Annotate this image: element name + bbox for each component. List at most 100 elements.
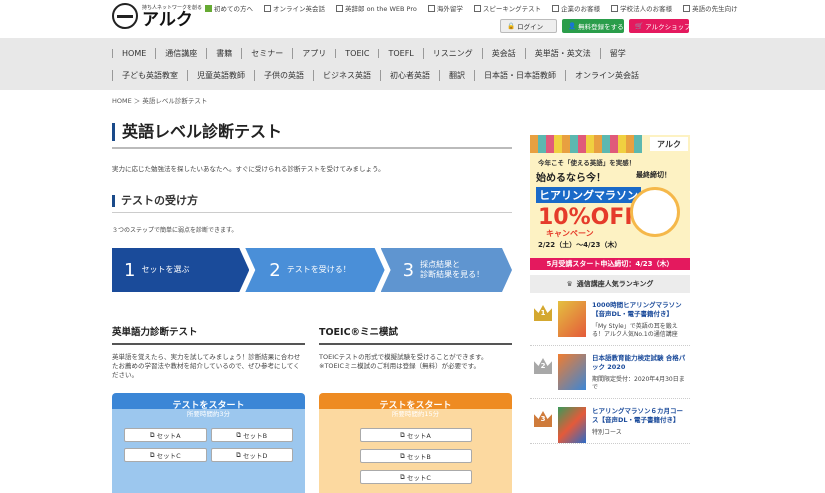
set-label: セットA xyxy=(406,432,431,440)
nav-row-2: 子ども英語教室 児童英語教師 子供の英語 ビジネス英語 初心者英語 翻訳 日本語… xyxy=(112,64,825,86)
set-d-button[interactable]: ⧉ セットD xyxy=(210,448,293,462)
set-b-button[interactable]: ⧉ セットB xyxy=(210,428,293,442)
window-icon: ⧉ xyxy=(149,430,155,439)
product-thumbnail xyxy=(558,301,586,337)
lock-icon: 🔒 xyxy=(507,22,516,30)
nav-item[interactable]: アプリ xyxy=(292,47,335,59)
nav-item[interactable]: 子ども英語教室 xyxy=(112,69,187,81)
ranking-item-title[interactable]: 1000時間ヒアリングマラソン【音声DL・電子書籍付き】 xyxy=(592,301,688,319)
nav-item[interactable]: 翻訳 xyxy=(439,69,474,81)
step-3: 3 採点結果と 診断結果を見る！ xyxy=(381,248,512,292)
top-link-first-visit[interactable]: 初めての方へ xyxy=(205,3,253,13)
step-number: 1 xyxy=(124,259,136,281)
shop-button[interactable]: 🛒 アルクショップ xyxy=(629,19,691,33)
product-thumbnail xyxy=(558,354,586,390)
nav-item[interactable]: 留学 xyxy=(599,47,635,59)
banner-headline: 始めるなら今！ xyxy=(536,173,606,184)
step-text: セットを選ぶ xyxy=(141,265,190,274)
section-divider xyxy=(112,212,512,213)
register-button[interactable]: 👤 無料登録をする xyxy=(562,19,624,33)
logo[interactable]: 持ち人ネットワークを創る アルク xyxy=(112,3,202,29)
product-thumbnail xyxy=(558,407,586,443)
window-icon: ⧉ xyxy=(400,472,405,481)
nav-item[interactable]: ビジネス英語 xyxy=(313,69,380,81)
window-icon: ⧉ xyxy=(149,450,155,459)
step-text: 採点結果と 診断結果を見る！ xyxy=(420,260,485,279)
vocab-test-title: 英単語力診断テスト xyxy=(112,324,305,345)
ranking-item-title[interactable]: ヒアリングマラソン６カ月コース【音声DL・電子書籍付き】 xyxy=(592,407,688,425)
top-link-corporate[interactable]: 企業のお客様 xyxy=(552,3,600,13)
nav-item[interactable]: セミナー xyxy=(241,47,292,59)
nav-item[interactable]: リスニング xyxy=(422,47,482,59)
top-link-study-abroad[interactable]: 海外留学 xyxy=(428,3,463,13)
top-link-eijiro[interactable]: 英辞郎 on the WEB Pro xyxy=(336,3,417,13)
window-icon: ⧉ xyxy=(400,451,405,460)
banner-campaign: キャンペーン xyxy=(546,229,594,238)
start-heading: テストをスタート xyxy=(172,401,245,411)
vocab-test-column: 英単語力診断テスト 英単語を覚えたら、実力を試してみましょう！診断結果に合わせた… xyxy=(112,324,305,493)
banner-course: ヒアリングマラソン xyxy=(536,187,641,203)
window-icon: ⧉ xyxy=(236,450,241,459)
ranking-item[interactable]: 1 1000時間ヒアリングマラソン【音声DL・電子書籍付き】 「My Style」… xyxy=(530,293,690,346)
nav-item[interactable]: 書籍 xyxy=(206,47,241,59)
banner-date: 2/22（土）～4/23（木） xyxy=(538,241,622,249)
toeic-mini-title: TOEIC®ミニ模試 xyxy=(319,324,512,345)
cart-icon: 🛒 xyxy=(635,22,644,30)
user-icon: 👤 xyxy=(568,22,577,30)
nav-item[interactable]: TOEFL xyxy=(378,48,422,58)
set-c-button[interactable]: ⧉ セットC xyxy=(359,470,472,484)
set-c-button[interactable]: ⧉ セットC xyxy=(124,448,207,462)
set-b-button[interactable]: ⧉ セットB xyxy=(359,449,472,463)
ranking-item[interactable]: 3 ヒアリングマラソン６カ月コース【音声DL・電子書籍付き】特別コース xyxy=(530,399,690,444)
set-label: セットA xyxy=(156,432,181,440)
step-number: 2 xyxy=(269,259,281,281)
rank-badge: 3 xyxy=(534,411,552,427)
register-label: 無料登録をする xyxy=(578,23,624,31)
step-text: テストを受ける！ xyxy=(286,265,351,274)
breadcrumb[interactable]: HOME ＞ 英語レベル診断テスト xyxy=(112,95,207,105)
ranking-item-title[interactable]: 日本語教育能力検定試験 合格パック 2020 xyxy=(592,354,688,372)
banner-logo: アルク xyxy=(650,137,688,151)
ranking-item-desc: 「My Style」で英語の耳を鍛える！アルク人気No.1の通信講座 xyxy=(592,323,678,338)
top-link-online-eikaiwa[interactable]: オンライン英会話 xyxy=(264,3,325,13)
section-title: テストの受け方 xyxy=(112,195,512,207)
page-title: 英語レベル診断テスト xyxy=(112,123,512,141)
window-icon: ⧉ xyxy=(236,430,242,439)
nav-item[interactable]: 初心者英語 xyxy=(380,69,439,81)
nav-item[interactable]: 英会話 xyxy=(481,47,525,59)
nav-item[interactable]: HOME xyxy=(112,48,155,58)
title-divider xyxy=(112,147,512,149)
toeic-mini-box: テストをスタート 所要時間約15分 ⧉ セットA ⧉ セットB ⧉ セットC xyxy=(319,393,512,493)
nav-row-1: HOME 通信講座 書籍 セミナー アプリ TOEIC TOEFL リスニング … xyxy=(112,42,825,64)
set-a-button[interactable]: ⧉ セットA xyxy=(359,428,472,442)
step-1: 1 セットを選ぶ xyxy=(112,248,249,292)
nav-item[interactable]: オンライン英会話 xyxy=(565,69,648,81)
banner-discount: 10%OFF xyxy=(538,205,640,230)
nav-item[interactable]: 日本語・日本語教師 xyxy=(474,69,565,81)
nav-item[interactable]: 通信講座 xyxy=(155,47,206,59)
top-link-schools[interactable]: 学校法人のお客様 xyxy=(611,3,672,13)
campaign-banner[interactable]: アルク 今年こそ「使える英語」を実感！ 始めるなら今！ 最終締切！ ヒアリングマ… xyxy=(530,135,690,270)
nav-item[interactable]: 児童英語教師 xyxy=(187,69,254,81)
step-number: 3 xyxy=(402,259,415,281)
top-links: 初めての方へ オンライン英会話 英辞郎 on the WEB Pro 海外留学 … xyxy=(205,3,749,13)
banner-stripe xyxy=(530,135,642,153)
set-label: セットB xyxy=(406,453,431,461)
set-a-button[interactable]: ⧉ セットA xyxy=(124,428,207,442)
vocab-test-desc: 英単語を覚えたら、実力を試してみましょう！診断結果に合わせたお薦めの学習法や教材… xyxy=(112,353,301,379)
global-nav: HOME 通信講座 書籍 セミナー アプリ TOEIC TOEFL リスニング … xyxy=(0,38,825,90)
login-button[interactable]: 🔒 ログイン xyxy=(500,19,557,33)
time-required: 所要時間約15分 xyxy=(391,410,440,418)
sidebar: アルク 今年こそ「使える英語」を実感！ 始めるなら今！ 最終締切！ ヒアリングマ… xyxy=(530,135,690,444)
nav-item[interactable]: 英単語・英文法 xyxy=(524,47,600,59)
header: 持ち人ネットワークを創る アルク 初めての方へ オンライン英会話 英辞郎 on … xyxy=(0,0,825,38)
top-link-speaking-test[interactable]: スピーキングテスト xyxy=(474,3,541,13)
top-link-teachers[interactable]: 英語の先生向け xyxy=(683,3,738,13)
nav-item[interactable]: 子供の英語 xyxy=(254,69,313,81)
window-icon: ⧉ xyxy=(400,430,405,439)
ranking-heading: ♛ 通信講座人気ランキング xyxy=(530,275,690,293)
ranking-item-desc: 特別コース xyxy=(592,429,622,436)
ranking-item[interactable]: 2 日本語教育能力検定試験 合格パック 2020 期間限定受付：2020年4月30… xyxy=(530,346,690,399)
banner-last-call: 最終締切！ xyxy=(636,171,671,179)
nav-item[interactable]: TOEIC xyxy=(335,48,378,58)
